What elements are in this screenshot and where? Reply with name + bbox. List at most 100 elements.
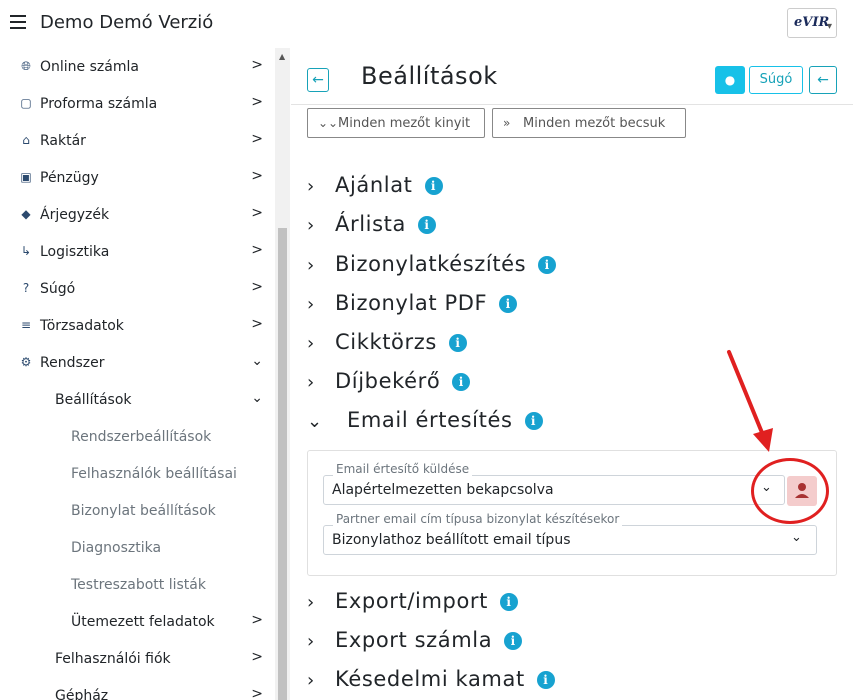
chevron-right-icon: › [307, 333, 315, 354]
sidebar-item-felhasznaloi-fiok[interactable]: Felhasználói fiók > [0, 640, 275, 677]
section-export-import[interactable]: › Export/import i [307, 589, 518, 625]
sidebar-scrollbar[interactable]: ▲ [275, 48, 290, 700]
chevron-right-icon: > [251, 612, 263, 628]
sidebar-item-penzugy[interactable]: ▣ Pénzügy > [0, 159, 275, 196]
sidebar-item-label: Pénzügy [40, 170, 99, 186]
sidebar-item-gephaz[interactable]: Gépház > [0, 677, 275, 700]
info-icon[interactable]: i [499, 295, 518, 313]
chevron-right-icon: › [307, 215, 315, 236]
sidebar-item-label: Felhasználók beállításai [71, 466, 237, 482]
highlight-circle [751, 458, 829, 524]
sidebar-item-beallitasok[interactable]: Beállítások ⌄ [0, 381, 275, 418]
main-content: ← Beállítások ● Súgó ← ⌄⌄Minden mezőt ki… [291, 48, 853, 700]
info-icon[interactable]: i [417, 216, 436, 234]
double-chevron-down-icon: ⌄⌄ [318, 116, 339, 130]
document-icon: ▢ [20, 96, 32, 110]
logo-dropdown[interactable]: eVIR ▾ [787, 8, 837, 38]
info-icon[interactable]: i [452, 373, 471, 391]
section-label: Email értesítés [347, 408, 513, 432]
sidebar-item-diagnosztika[interactable]: Diagnosztika [0, 529, 275, 566]
chat-icon: ● [724, 73, 736, 87]
warehouse-icon: ⌂ [22, 133, 30, 147]
info-icon[interactable]: i [424, 177, 443, 195]
chevron-down-icon[interactable]: ⌄ [791, 530, 802, 545]
chevron-right-icon: > [251, 649, 263, 665]
sidebar-item-felhasznalok-beallitasai[interactable]: Felhasználók beállításai [0, 455, 275, 492]
sidebar-item-utemezett-feladatok[interactable]: Ütemezett feladatok > [0, 603, 275, 640]
sidebar-item-label: Árjegyzék [40, 207, 110, 223]
info-icon[interactable]: i [504, 632, 523, 650]
info-icon[interactable]: i [499, 593, 518, 611]
partner-email-type-label: Partner email cím típusa bizonylat készí… [333, 512, 623, 526]
app-title: Demo Demó Verzió [40, 12, 214, 33]
section-bizonylatkeszites[interactable]: › Bizonylatkészítés i [307, 252, 557, 288]
section-email-ertesites[interactable]: ⌄ Email értesítés i [307, 408, 543, 444]
section-arlista[interactable]: › Árlista i [307, 212, 436, 248]
chevron-right-icon: › [307, 592, 315, 613]
info-icon[interactable]: i [448, 334, 467, 352]
sidebar-item-online-szamla[interactable]: 🌐︎ Online számla > [0, 48, 275, 85]
sidebar-item-label: Beállítások [55, 392, 132, 408]
sidebar-item-label: Súgó [40, 281, 76, 297]
chevron-right-icon: > [251, 316, 263, 332]
section-label: Késedelmi kamat [335, 667, 525, 691]
section-kesedelmi-kamat[interactable]: › Késedelmi kamat i [307, 667, 555, 700]
chevron-right-icon: > [251, 94, 263, 110]
chevron-right-icon: > [251, 168, 263, 184]
sidebar-item-rendszer[interactable]: ⚙ Rendszer ⌄ [0, 344, 275, 381]
section-dijbekero[interactable]: › Díjbekérő i [307, 369, 471, 405]
scrollbar-thumb[interactable] [278, 228, 287, 700]
section-export-szamla[interactable]: › Export számla i [307, 628, 523, 664]
help-button[interactable]: Súgó [749, 66, 803, 94]
info-icon[interactable]: i [524, 412, 543, 430]
section-ajanlat[interactable]: › Ajánlat i [307, 173, 443, 209]
sidebar-item-torzsadatok[interactable]: ≡ Törzsadatok > [0, 307, 275, 344]
sidebar-item-proforma-szamla[interactable]: ▢ Proforma számla > [0, 85, 275, 122]
collapse-all-label: Minden mezőt becsuk [523, 116, 666, 131]
back-button-right[interactable]: ← [809, 66, 837, 94]
chevron-down-icon: ⌄ [251, 353, 263, 369]
sidebar-item-arjegyzek[interactable]: ◆ Árjegyzék > [0, 196, 275, 233]
page-title: Beállítások [361, 62, 498, 90]
expand-all-button[interactable]: ⌄⌄Minden mezőt kinyit [307, 108, 485, 138]
sidebar-item-bizonylat-beallitasok[interactable]: Bizonylat beállítások [0, 492, 275, 529]
sidebar-item-label: Raktár [40, 133, 86, 149]
info-icon[interactable]: i [536, 671, 555, 689]
logo: eVIR [794, 15, 830, 30]
section-label: Export számla [335, 628, 493, 652]
section-label: Ajánlat [335, 173, 413, 197]
expand-all-label: Minden mezőt kinyit [338, 116, 471, 131]
annotation-arrow-icon [727, 350, 773, 452]
section-label: Árlista [335, 212, 406, 236]
chevron-right-icon: > [251, 205, 263, 221]
chevron-right-icon: › [307, 176, 315, 197]
arrow-left-icon: ← [817, 72, 829, 88]
sidebar-item-label: Bizonylat beállítások [71, 503, 216, 519]
chat-button[interactable]: ● [715, 66, 745, 94]
sidebar-item-logisztika[interactable]: ↳ Logisztika > [0, 233, 275, 270]
hamburger-menu-icon[interactable] [10, 15, 26, 29]
chevron-right-icon: > [251, 686, 263, 700]
cogs-icon: ⚙ [20, 355, 32, 369]
chevron-right-icon: > [251, 242, 263, 258]
arrow-left-icon: ← [312, 72, 324, 88]
info-icon[interactable]: i [538, 256, 557, 274]
sidebar-item-testreszabott-listak[interactable]: Testreszabott listák [0, 566, 275, 603]
sidebar-item-label: Gépház [55, 688, 109, 700]
scroll-up-arrow-icon[interactable]: ▲ [279, 52, 285, 61]
question-icon: ? [22, 281, 30, 295]
section-cikktorzs[interactable]: › Cikktörzs i [307, 330, 467, 366]
sidebar-item-sugo[interactable]: ? Súgó > [0, 270, 275, 307]
partner-email-type-select[interactable]: Bizonylathoz beállított email típus [323, 525, 817, 555]
back-button[interactable]: ← [307, 68, 329, 92]
sidebar-item-label: Rendszerbeállítások [71, 429, 212, 445]
sidebar-item-raktar[interactable]: ⌂ Raktár > [0, 122, 275, 159]
collapse-all-button[interactable]: » Minden mezőt becsuk [492, 108, 686, 138]
sidebar-item-label: Online számla [40, 59, 139, 75]
header-divider [291, 104, 853, 105]
email-notification-select[interactable]: Alapértelmezetten bekapcsolva [323, 475, 785, 505]
chevron-right-icon: › [307, 670, 315, 691]
sidebar-item-rendszerbeallitasok[interactable]: Rendszerbeállítások [0, 418, 275, 455]
section-bizonylat-pdf[interactable]: › Bizonylat PDF i [307, 291, 518, 327]
sidebar-item-label: Rendszer [40, 355, 105, 371]
